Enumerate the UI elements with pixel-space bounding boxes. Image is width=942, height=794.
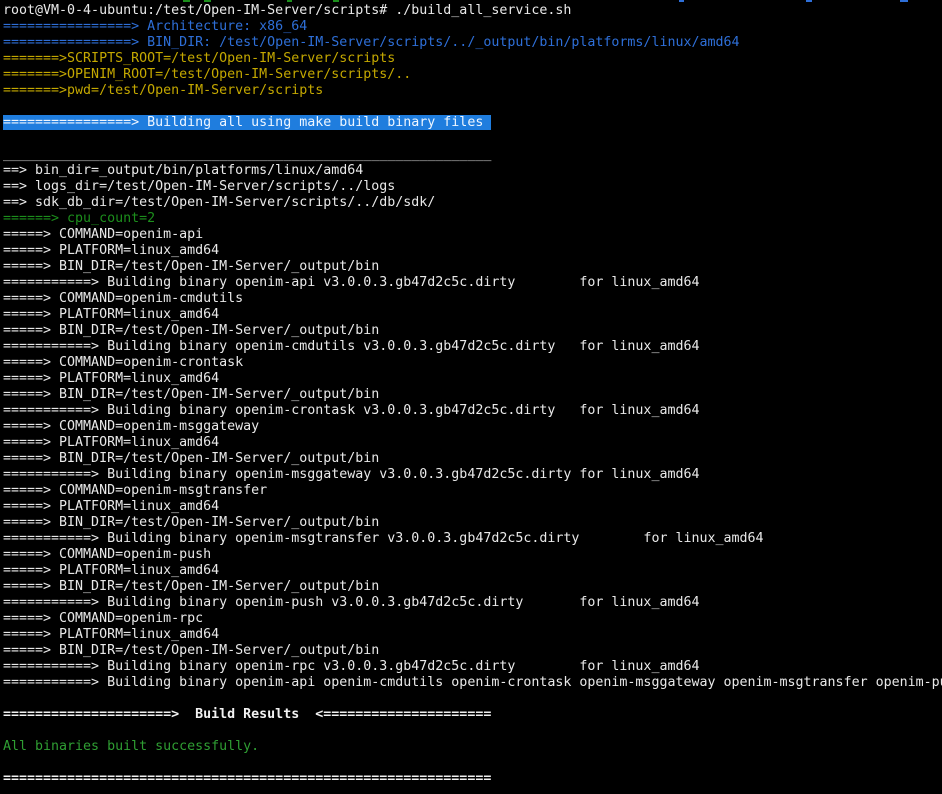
terminal-line (3, 131, 942, 147)
terminal-line: ==> logs_dir=/test/Open-IM-Server/script… (3, 179, 942, 195)
terminal-line: ==> bin_dir=_output/bin/platforms/linux/… (3, 163, 942, 179)
terminal-line: ================> Architecture: x86_64 (3, 19, 942, 35)
terminal-line: All binaries built successfully. (3, 739, 942, 755)
terminal-line: =====> COMMAND=openim-msgtransfer (3, 483, 942, 499)
terminal-line (3, 755, 942, 771)
terminal-line: =====> PLATFORM=linux_amd64 (3, 499, 942, 515)
terminal-line: =====> BIN_DIR=/test/Open-IM-Server/_out… (3, 323, 942, 339)
terminal-line: =====> PLATFORM=linux_amd64 (3, 627, 942, 643)
terminal-line: ===========> Building binary openim-rpc … (3, 659, 942, 675)
terminal-line: =======>OPENIM_ROOT=/test/Open-IM-Server… (3, 67, 942, 83)
terminal-line: =====> PLATFORM=linux_amd64 (3, 243, 942, 259)
highlighted-status-line: ================> Building all using mak… (3, 115, 491, 130)
terminal-line: ========================================… (3, 771, 942, 787)
terminal-output: root@VM-0-4-ubuntu:/test/Open-IM-Server/… (3, 3, 942, 787)
terminal-line: ==> sdk_db_dir=/test/Open-IM-Server/scri… (3, 195, 942, 211)
terminal[interactable]: root@VM-0-4-ubuntu:/test/Open-IM-Server/… (0, 0, 942, 794)
terminal-line: =====> PLATFORM=linux_amd64 (3, 307, 942, 323)
clipped-text-fragment (333, 0, 339, 2)
terminal-line: =====> PLATFORM=linux_amd64 (3, 435, 942, 451)
terminal-line: =====> COMMAND=openim-api (3, 227, 942, 243)
terminal-line: =====> PLATFORM=linux_amd64 (3, 563, 942, 579)
clipped-text-fragment (900, 0, 908, 2)
terminal-line: =====> BIN_DIR=/test/Open-IM-Server/_out… (3, 579, 942, 595)
clipped-text-fragment (806, 0, 812, 2)
terminal-line: =======>SCRIPTS_ROOT=/test/Open-IM-Serve… (3, 51, 942, 67)
terminal-line (3, 723, 942, 739)
clipped-text-fragment (679, 0, 684, 2)
terminal-line: ======> cpu_count=2 (3, 211, 942, 227)
clipped-text-fragment (183, 0, 190, 2)
terminal-line: ===========> Building binary openim-cmdu… (3, 339, 942, 355)
terminal-line: =====> COMMAND=openim-cmdutils (3, 291, 942, 307)
terminal-line: =====> COMMAND=openim-msggateway (3, 419, 942, 435)
terminal-line: ================> BIN_DIR: /test/Open-IM… (3, 35, 942, 51)
terminal-line: =====> BIN_DIR=/test/Open-IM-Server/_out… (3, 387, 942, 403)
clipped-text-fragment (287, 0, 292, 2)
terminal-line: ===========> Building binary openim-api … (3, 275, 942, 291)
terminal-line: =====> BIN_DIR=/test/Open-IM-Server/_out… (3, 259, 942, 275)
terminal-line: ===========> Building binary openim-api … (3, 675, 942, 691)
terminal-line: =====> COMMAND=openim-crontask (3, 355, 942, 371)
terminal-line: ================> Building all using mak… (3, 115, 942, 131)
terminal-line (3, 691, 942, 707)
terminal-line: =====> PLATFORM=linux_amd64 (3, 371, 942, 387)
terminal-line: =====> COMMAND=openim-push (3, 547, 942, 563)
terminal-line: ===========> Building binary openim-msgg… (3, 467, 942, 483)
terminal-line: =====> BIN_DIR=/test/Open-IM-Server/_out… (3, 451, 942, 467)
terminal-line: ===========> Building binary openim-push… (3, 595, 942, 611)
terminal-line: ===========> Building binary openim-msgt… (3, 531, 942, 547)
terminal-line: =====> BIN_DIR=/test/Open-IM-Server/_out… (3, 643, 942, 659)
terminal-line: =======>pwd=/test/Open-IM-Server/scripts (3, 83, 942, 99)
terminal-line: =====> COMMAND=openim-rpc (3, 611, 942, 627)
terminal-line (3, 99, 942, 115)
terminal-line: ________________________________________… (3, 147, 942, 163)
terminal-line: ===========> Building binary openim-cron… (3, 403, 942, 419)
terminal-line: root@VM-0-4-ubuntu:/test/Open-IM-Server/… (3, 3, 942, 19)
clipped-text-fragment (204, 0, 211, 2)
terminal-line: =====================> Build Results <==… (3, 707, 942, 723)
terminal-line: =====> BIN_DIR=/test/Open-IM-Server/_out… (3, 515, 942, 531)
